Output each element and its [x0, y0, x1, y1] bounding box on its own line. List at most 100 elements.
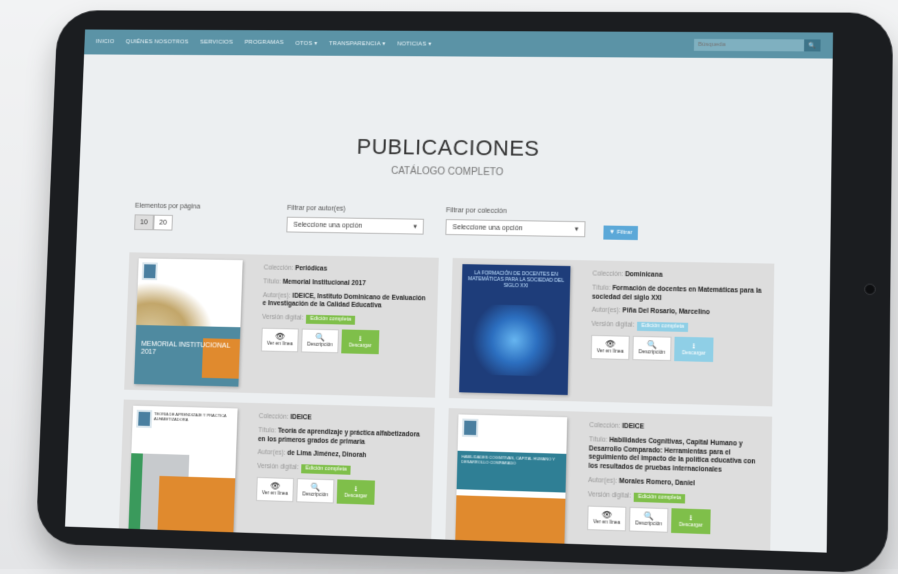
view-online-button[interactable]: 👁 Ver en línea — [260, 328, 299, 353]
nav-item-quienes-somos[interactable]: QUIÉNES NOSOTROS — [126, 39, 189, 45]
per-page-10-button[interactable]: 10 — [134, 214, 154, 231]
publication-card: LA FORMACIÓN DE DOCENTES EN MATEMÁTICAS … — [448, 257, 775, 407]
nav-item-inicio[interactable]: INICIO — [96, 39, 115, 45]
title-label: Título: — [592, 284, 611, 292]
nav-item-programas[interactable]: PROGRAMAS — [244, 40, 283, 46]
author-select-value: Seleccione una opción — [293, 221, 363, 230]
background: INICIO QUIÉNES NOSOTROS SERVICIOS PROGRA… — [0, 0, 898, 574]
ideice-logo-icon — [136, 409, 153, 428]
cover-title: TEORÍA DE APRENDIZAJE Y PRÁCTICA ALFABET… — [153, 411, 227, 422]
camera-icon — [864, 283, 876, 296]
collection-value: Periódicas — [294, 265, 328, 273]
description-button[interactable]: 🔍 Descripción — [296, 478, 335, 504]
digital-badge: Edición completa — [633, 492, 686, 504]
publication-grid: MEMORIAL INSTITUCIONAL 2017 Colección: P… — [118, 252, 775, 553]
zoom-icon: 🔍 — [643, 511, 654, 521]
page-subtitle: CATÁLOGO COMPLETO — [390, 165, 504, 179]
collection-select[interactable]: Seleccione una opción ▾ — [445, 219, 586, 238]
collection-filter-label: Filtrar por colección — [445, 207, 507, 216]
description-label: Descripción — [306, 341, 333, 349]
title-value: Teoría de aprendizaje y práctica alfabet… — [257, 427, 420, 446]
collection-select-value: Seleccione una opción — [452, 223, 523, 232]
book-cover[interactable]: HABILIDADES COGNITIVAS, CAPITAL HUMANO Y… — [455, 414, 568, 548]
view-online-button[interactable]: 👁 Ver en línea — [255, 477, 295, 503]
book-cover[interactable]: TEORÍA DE APRENDIZAJE Y PRÁCTICA ALFABET… — [128, 405, 238, 537]
collection-value: Dominicana — [624, 271, 663, 279]
download-label: Descargar — [678, 521, 703, 529]
author-filter-label: Filtrar por autor(es) — [287, 204, 346, 213]
digital-badge: Edición completa — [306, 314, 356, 326]
zoom-icon: 🔍 — [646, 340, 658, 350]
nav-item-transparencia[interactable]: TRANSPARENCIA ▾ — [329, 40, 386, 47]
nav-item-servicios[interactable]: SERVICIOS — [200, 40, 233, 46]
title-label: Título: — [588, 435, 608, 444]
description-label: Descripción — [638, 349, 666, 356]
download-button[interactable]: ⭳ Descargar — [674, 337, 714, 363]
collection-label: Colección: — [258, 413, 289, 421]
description-label: Descripción — [635, 520, 663, 528]
view-online-button[interactable]: 👁 Ver en línea — [587, 505, 627, 532]
authors-label: Autor(es): — [257, 449, 286, 458]
authors-value: de Lima Jiménez, Dinorah — [287, 450, 367, 460]
download-button[interactable]: ⭳ Descargar — [341, 329, 380, 355]
eye-icon: 👁 — [274, 332, 286, 342]
ideice-logo-icon — [141, 262, 158, 281]
filter-button[interactable]: ▼ Filtrar — [603, 225, 638, 241]
search-box: 🔍 — [693, 38, 821, 52]
title-value: Habilidades Cognitivas, Capital Humano y… — [588, 436, 756, 474]
download-icon: ⭳ — [689, 512, 693, 522]
download-icon: ⭳ — [692, 341, 696, 351]
publication-card: HABILIDADES COGNITIVAS, CAPITAL HUMANO Y… — [444, 408, 773, 553]
cover-title: LA FORMACIÓN DE DOCENTES EN MATEMÁTICAS … — [467, 270, 565, 290]
title-label: Título: — [263, 278, 281, 286]
authors-label: Autor(es): — [262, 291, 291, 300]
description-button[interactable]: 🔍 Descripción — [632, 336, 672, 362]
search-button[interactable]: 🔍 — [804, 39, 821, 52]
authors-value: Morales Romero, Daniel — [619, 477, 696, 488]
digital-label: Versión digital: — [257, 462, 299, 472]
per-page-label: Elementos por página — [134, 202, 201, 211]
ideice-logo-icon — [461, 418, 479, 438]
collection-value: IDEICE — [621, 422, 645, 431]
view-online-label: Ver en línea — [266, 340, 293, 348]
description-button[interactable]: 🔍 Descripción — [300, 329, 339, 354]
download-label: Descargar — [344, 492, 368, 500]
publication-card: MEMORIAL INSTITUCIONAL 2017 Colección: P… — [124, 252, 439, 398]
view-online-button[interactable]: 👁 Ver en línea — [590, 335, 630, 361]
title-value: Formación de docentes en Matemáticas par… — [591, 284, 762, 302]
download-label: Descargar — [681, 350, 706, 357]
view-online-label: Ver en línea — [592, 518, 621, 526]
collection-value: IDEICE — [290, 413, 312, 422]
collection-filter: Filtrar por colección Seleccione una opc… — [445, 207, 586, 238]
chevron-down-icon: ▾ — [574, 226, 579, 234]
download-button[interactable]: ⭳ Descargar — [336, 479, 375, 506]
title-value: Memorial Institucional 2017 — [282, 278, 366, 287]
download-label: Descargar — [348, 342, 372, 350]
per-page-20-button[interactable]: 20 — [153, 214, 173, 231]
collection-label: Colección: — [263, 264, 294, 272]
book-cover[interactable]: LA FORMACIÓN DE DOCENTES EN MATEMÁTICAS … — [459, 264, 571, 396]
search-input[interactable] — [693, 38, 805, 52]
download-icon: ⭳ — [358, 333, 362, 343]
nav-item-otros[interactable]: OTOS ▾ — [295, 40, 317, 47]
title-label: Título: — [258, 426, 277, 435]
download-icon: ⭳ — [354, 484, 358, 494]
author-filter: Filtrar por autor(es) Seleccione una opc… — [286, 204, 425, 235]
download-button[interactable]: ⭳ Descargar — [671, 508, 711, 535]
authors-label: Autor(es): — [591, 306, 621, 315]
description-label: Descripción — [302, 491, 329, 499]
publication-card: TEORÍA DE APRENDIZAJE Y PRÁCTICA ALFABET… — [118, 399, 435, 550]
digital-badge: Edición completa — [637, 321, 689, 333]
book-cover[interactable]: MEMORIAL INSTITUCIONAL 2017 — [133, 258, 243, 387]
search-icon: 🔍 — [808, 42, 817, 49]
digital-label: Versión digital: — [591, 320, 635, 329]
authors-label: Autor(es): — [588, 476, 618, 485]
author-select[interactable]: Seleccione una opción ▾ — [286, 216, 425, 235]
chevron-down-icon: ▾ — [413, 223, 417, 231]
digital-label: Versión digital: — [587, 490, 632, 500]
collection-label: Colección: — [592, 270, 624, 279]
collection-label: Colección: — [589, 421, 621, 430]
digital-label: Versión digital: — [262, 313, 304, 322]
description-button[interactable]: 🔍 Descripción — [628, 506, 669, 533]
nav-item-noticias[interactable]: NOTICIAS ▾ — [397, 40, 432, 47]
